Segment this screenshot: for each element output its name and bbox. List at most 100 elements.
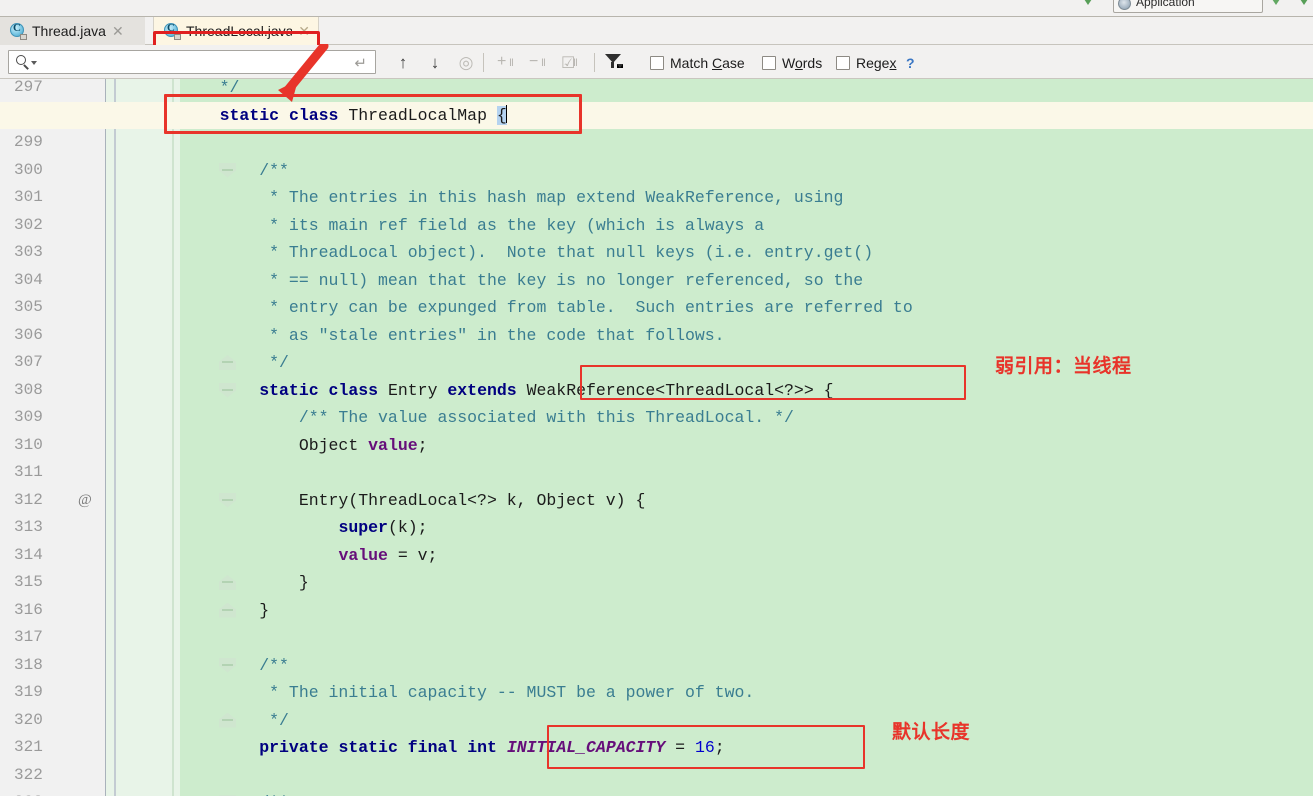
toolbar-divider bbox=[594, 53, 595, 72]
code-token: * == null) mean that the key is no longe… bbox=[180, 270, 864, 290]
code-token: value bbox=[338, 545, 388, 565]
search-icon bbox=[16, 55, 31, 70]
line-number: 318 bbox=[14, 655, 43, 674]
debug-button-icon[interactable] bbox=[1296, 0, 1312, 5]
red-pointer-arrow bbox=[278, 44, 329, 102]
code-token: Object bbox=[180, 435, 369, 455]
run-button-secondary-icon[interactable] bbox=[1268, 0, 1284, 5]
code-line[interactable]: static class Entry extends WeakReference… bbox=[180, 377, 833, 405]
line-number: 316 bbox=[14, 600, 43, 619]
line-number: 310 bbox=[14, 435, 43, 454]
run-configuration-label: Application bbox=[1136, 0, 1195, 9]
code-line[interactable]: } bbox=[180, 597, 269, 625]
code-token: */ bbox=[180, 710, 289, 730]
code-line[interactable]: * == null) mean that the key is no longe… bbox=[180, 267, 863, 295]
line-number: 297 bbox=[14, 79, 43, 96]
line-number: 302 bbox=[14, 215, 43, 234]
code-line[interactable]: * The initial capacity -- MUST be a powe… bbox=[180, 679, 754, 707]
enter-icon: ↵ bbox=[354, 55, 367, 72]
occurrence-sub-glyph: Ⅱ bbox=[573, 58, 578, 69]
line-number: 307 bbox=[14, 353, 43, 371]
select-all-occurrences-icon[interactable]: ◎ bbox=[455, 52, 477, 72]
close-icon[interactable]: ✕ bbox=[112, 23, 124, 40]
words-checkbox[interactable]: Words bbox=[762, 54, 822, 72]
code-line[interactable]: * The entries in this hash map extend We… bbox=[180, 184, 843, 212]
code-token: int bbox=[467, 738, 497, 757]
code-line[interactable]: /** bbox=[180, 789, 289, 796]
code-line[interactable]: static class ThreadLocalMap { bbox=[0, 101, 1313, 129]
run-configuration-selector[interactable]: Application bbox=[1113, 0, 1263, 13]
checkbox-box[interactable] bbox=[650, 56, 664, 70]
code-line[interactable]: */ bbox=[180, 79, 240, 102]
toolbar-divider bbox=[483, 53, 484, 72]
line-number: 309 bbox=[14, 408, 43, 426]
code-content[interactable]: */ static class ThreadLocalMap { /** * T… bbox=[0, 79, 1313, 796]
match-case-label: Match Case bbox=[670, 55, 745, 71]
editor-tab-bar: C Thread.java ✕ C ThreadLocal.java ✕ bbox=[0, 17, 1313, 62]
code-line[interactable]: */ bbox=[180, 349, 289, 377]
search-help-link[interactable]: ? bbox=[906, 55, 915, 71]
code-token: /** bbox=[180, 655, 289, 675]
run-button-icon[interactable] bbox=[1080, 0, 1096, 5]
code-line[interactable]: Object value; bbox=[180, 432, 428, 460]
annotation-marker-icon[interactable]: @ bbox=[78, 487, 92, 515]
code-token: private bbox=[259, 738, 329, 757]
code-line[interactable]: private static final int INITIAL_CAPACIT… bbox=[180, 734, 724, 762]
checkbox-box[interactable] bbox=[762, 56, 776, 70]
code-line[interactable]: /** bbox=[180, 652, 289, 680]
tab-label: ThreadLocal.java bbox=[186, 23, 293, 39]
next-match-icon[interactable]: ↓ bbox=[424, 52, 446, 72]
code-token: /** bbox=[180, 160, 289, 180]
line-number: 319 bbox=[14, 683, 43, 701]
code-token: static bbox=[338, 738, 398, 757]
tab-threadlocal-java[interactable]: C ThreadLocal.java ✕ bbox=[153, 17, 319, 45]
code-line[interactable]: * its main ref field as the key (which i… bbox=[180, 212, 764, 240]
code-line[interactable]: value = v; bbox=[180, 542, 437, 570]
code-line[interactable]: super(k); bbox=[180, 514, 427, 542]
code-token: Entry bbox=[378, 380, 448, 400]
line-number: 308 bbox=[14, 380, 43, 399]
code-line[interactable]: */ bbox=[180, 707, 289, 735]
remove-glyph: − bbox=[529, 53, 539, 70]
annotation-label-weak-reference: 弱引用：当线程 bbox=[995, 355, 1132, 377]
match-case-checkbox[interactable]: Match Case bbox=[650, 54, 745, 72]
add-glyph: + bbox=[497, 53, 507, 70]
code-line[interactable]: } bbox=[180, 569, 309, 597]
code-line[interactable]: /** The value associated with this Threa… bbox=[180, 404, 794, 432]
previous-match-icon[interactable]: ↑ bbox=[392, 52, 414, 72]
code-token: */ bbox=[180, 353, 289, 372]
code-token: static bbox=[259, 380, 319, 400]
filter-funnel-icon[interactable] bbox=[604, 54, 624, 72]
code-line[interactable]: * ThreadLocal object). Note that null ke… bbox=[180, 239, 873, 267]
chevron-down-icon[interactable] bbox=[31, 61, 37, 65]
line-number: 300 bbox=[14, 160, 43, 179]
line-number: 323 bbox=[0, 789, 106, 796]
code-token: ThreadLocalMap bbox=[338, 105, 497, 125]
checkbox-box[interactable] bbox=[836, 56, 850, 70]
code-line[interactable]: /** bbox=[180, 157, 289, 185]
regex-checkbox[interactable]: Regex bbox=[836, 54, 896, 72]
line-number-gutter[interactable]: 2972982993003013023033043053063073083093… bbox=[0, 79, 180, 796]
code-token: /** The value associated with this Threa… bbox=[180, 408, 794, 427]
line-number: 322 bbox=[14, 765, 43, 784]
code-editor[interactable]: 2972982993003013023033043053063073083093… bbox=[0, 79, 1313, 796]
fold-marker-gutter[interactable] bbox=[106, 79, 236, 796]
line-number: 304 bbox=[14, 270, 43, 289]
close-icon[interactable]: ✕ bbox=[298, 23, 310, 40]
code-token: super bbox=[338, 518, 388, 537]
code-line[interactable]: Entry(ThreadLocal<?> k, Object v) { bbox=[180, 487, 646, 515]
select-all-occurrences-checkbox-icon[interactable]: ☑ Ⅱ bbox=[561, 55, 587, 72]
remove-occurrence-icon[interactable]: − Ⅱ bbox=[529, 53, 555, 71]
code-token: ; bbox=[417, 435, 428, 455]
code-token: * its main ref field as the key (which i… bbox=[180, 215, 765, 235]
code-line[interactable]: * as "stale entries" in the code that fo… bbox=[180, 322, 724, 350]
line-number: 313 bbox=[14, 518, 43, 536]
line-number: 306 bbox=[14, 325, 43, 344]
code-token: * ThreadLocal object). Note that null ke… bbox=[180, 243, 874, 262]
tab-thread-java[interactable]: C Thread.java ✕ bbox=[0, 17, 145, 45]
add-occurrence-icon[interactable]: + Ⅱ bbox=[497, 53, 523, 71]
code-line[interactable]: * entry can be expunged from table. Such… bbox=[180, 294, 913, 322]
